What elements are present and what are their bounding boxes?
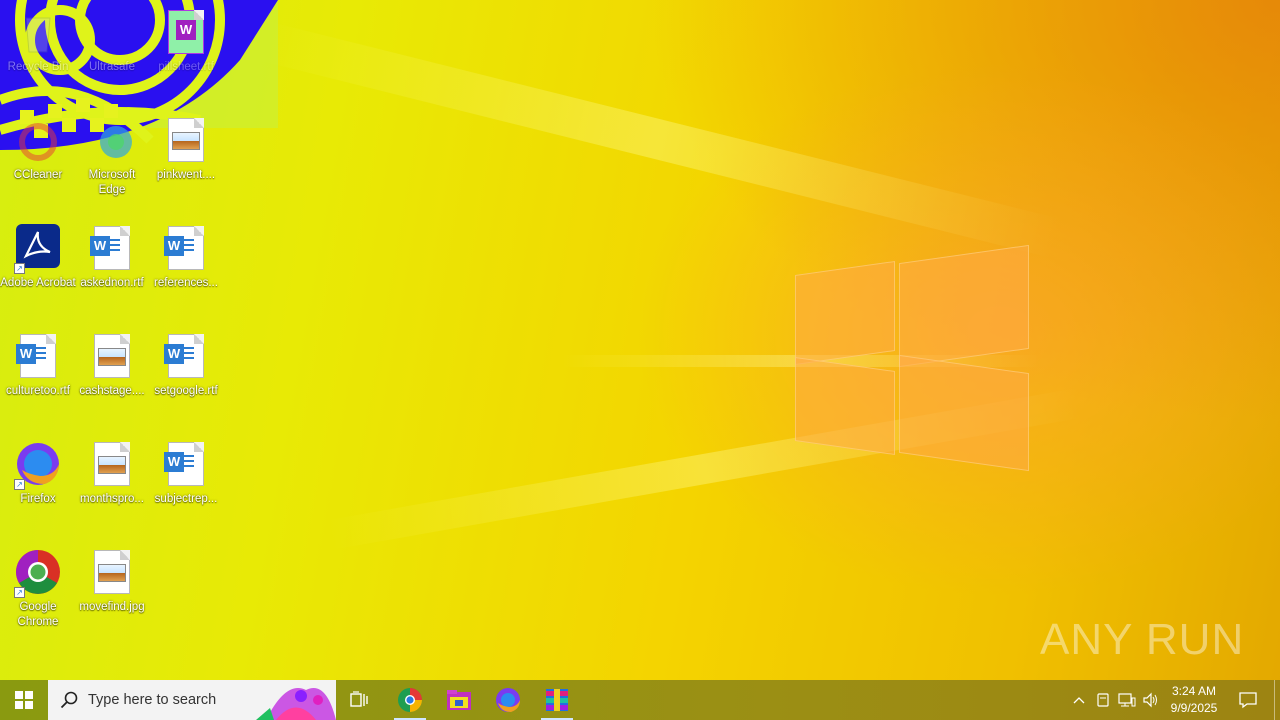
word-document-icon: W <box>162 224 210 272</box>
desktop-icon-recycle-bin[interactable]: Recycle Bin <box>0 8 76 75</box>
wallpaper-windows-logo <box>795 240 1035 480</box>
tray-meet-now[interactable] <box>1092 680 1114 720</box>
desktop-icon-askednon[interactable]: W askednon.rtf <box>74 224 150 291</box>
search-icon <box>60 691 78 709</box>
desktop-icon-label: askednon.rtf <box>80 277 144 289</box>
desktop-icon-pinkwent[interactable]: pinkwent.... <box>148 116 224 183</box>
task-view-icon <box>350 691 368 707</box>
desktop-icon-movefind[interactable]: movefind.jpg <box>74 548 150 615</box>
desktop-icon-label: references... <box>154 277 218 289</box>
notification-icon <box>1239 692 1257 709</box>
desktop-icon-label: Google Chrome <box>17 601 59 628</box>
task-view-button[interactable] <box>336 680 384 720</box>
desktop-icon-label: monthspro... <box>80 493 144 505</box>
desktop-icon-references[interactable]: W references... <box>148 224 224 291</box>
desktop-icon-label: Adobe Acrobat <box>0 277 76 289</box>
word-document-icon: W <box>14 332 62 380</box>
desktop-icon-label: Firefox <box>20 493 56 505</box>
word-document-icon: W <box>88 224 136 272</box>
chrome-icon: ↗ <box>14 548 62 598</box>
windows-logo-icon <box>15 691 33 709</box>
desktop-icon-label: Ultrasafe <box>88 61 136 73</box>
taskbar-clock[interactable]: 3:24 AM 9/9/2025 <box>1162 683 1226 717</box>
firefox-icon: ↗ <box>14 440 62 490</box>
desktop-icon-label: CCleaner <box>13 169 63 181</box>
start-button[interactable] <box>0 680 48 720</box>
desktop-icon-setgoogle[interactable]: W setgoogle.rtf <box>148 332 224 399</box>
desktop-icon-label: Microsoft Edge <box>88 169 136 196</box>
chevron-up-icon <box>1073 697 1085 704</box>
image-file-icon <box>88 548 136 596</box>
file-explorer-icon <box>447 690 471 710</box>
desktop-icon-pillsheet[interactable]: W pillsheet.rtf <box>148 8 224 75</box>
search-placeholder: Type here to search <box>88 692 217 708</box>
desktop-icon-label: setgoogle.rtf <box>154 385 218 397</box>
edge-icon <box>398 688 422 712</box>
desktop-icon-label: culturetoo.rtf <box>6 385 70 397</box>
desktop-icon-label: subjectrep... <box>154 493 218 505</box>
desktop-icon-monthspro[interactable]: monthspro... <box>74 440 150 507</box>
desktop-icon-ultrasafe[interactable]: Ultrasafe <box>74 8 150 75</box>
desktop-icon-culturetoo[interactable]: W culturetoo.rtf <box>0 332 76 399</box>
winrar-icon <box>546 689 568 711</box>
image-file-icon <box>162 116 210 164</box>
firefox-icon <box>496 688 520 712</box>
folder-icon <box>88 8 136 56</box>
search-highlight-illustration <box>256 688 336 720</box>
taskbar-search-box[interactable]: Type here to search <box>48 680 336 720</box>
image-file-icon <box>88 440 136 488</box>
word-document-icon: W <box>162 8 210 56</box>
taskbar: Type here to search 3:24 AM 9/9/2025 <box>0 680 1280 720</box>
speaker-icon <box>1143 692 1157 708</box>
show-desktop-button[interactable] <box>1274 680 1280 720</box>
desktop-icon-label: pinkwent.... <box>156 169 216 181</box>
tray-volume[interactable] <box>1140 680 1162 720</box>
desktop-icon-microsoft-edge[interactable]: Microsoft Edge <box>74 116 150 198</box>
watermark-text: ANY RUN <box>1040 615 1245 664</box>
action-center-button[interactable] <box>1232 680 1264 720</box>
anyrun-watermark: ANY RUN <box>1040 612 1244 668</box>
ccleaner-icon <box>14 116 62 164</box>
desktop-icon-label: Recycle Bin <box>7 61 69 73</box>
network-icon <box>1118 693 1136 707</box>
desktop-icon-subjectrep[interactable]: W subjectrep... <box>148 440 224 507</box>
desktop-icon-firefox[interactable]: ↗ Firefox <box>0 440 76 507</box>
adobe-acrobat-icon: ↗ <box>14 224 62 274</box>
desktop-icon-label: movefind.jpg <box>79 601 145 613</box>
taskbar-edge-button[interactable] <box>386 680 434 720</box>
edge-icon <box>88 116 136 164</box>
image-file-icon <box>88 332 136 380</box>
clock-time: 3:24 AM <box>1171 684 1217 698</box>
desktop-icon-label: cashstage.... <box>79 385 145 397</box>
desktop-icon-label: pillsheet.rtf <box>158 61 214 73</box>
desktop-icon-ccleaner[interactable]: CCleaner <box>0 116 76 183</box>
desktop-icon-cashstage[interactable]: cashstage.... <box>74 332 150 399</box>
wallpaper-beam <box>255 20 1061 258</box>
tray-network[interactable] <box>1116 680 1138 720</box>
device-icon <box>1097 693 1109 707</box>
taskbar-file-explorer-button[interactable] <box>435 680 483 720</box>
taskbar-firefox-button[interactable] <box>484 680 532 720</box>
desktop-icon-google-chrome[interactable]: ↗ Google Chrome <box>0 548 76 630</box>
clock-date: 9/9/2025 <box>1170 701 1218 715</box>
taskbar-winrar-button[interactable] <box>533 680 581 720</box>
recycle-bin-icon <box>14 8 62 56</box>
word-document-icon: W <box>162 332 210 380</box>
desktop-icon-adobe-acrobat[interactable]: ↗ Adobe Acrobat <box>0 224 76 291</box>
tray-show-hidden-icons[interactable] <box>1068 680 1090 720</box>
word-document-icon: W <box>162 440 210 488</box>
